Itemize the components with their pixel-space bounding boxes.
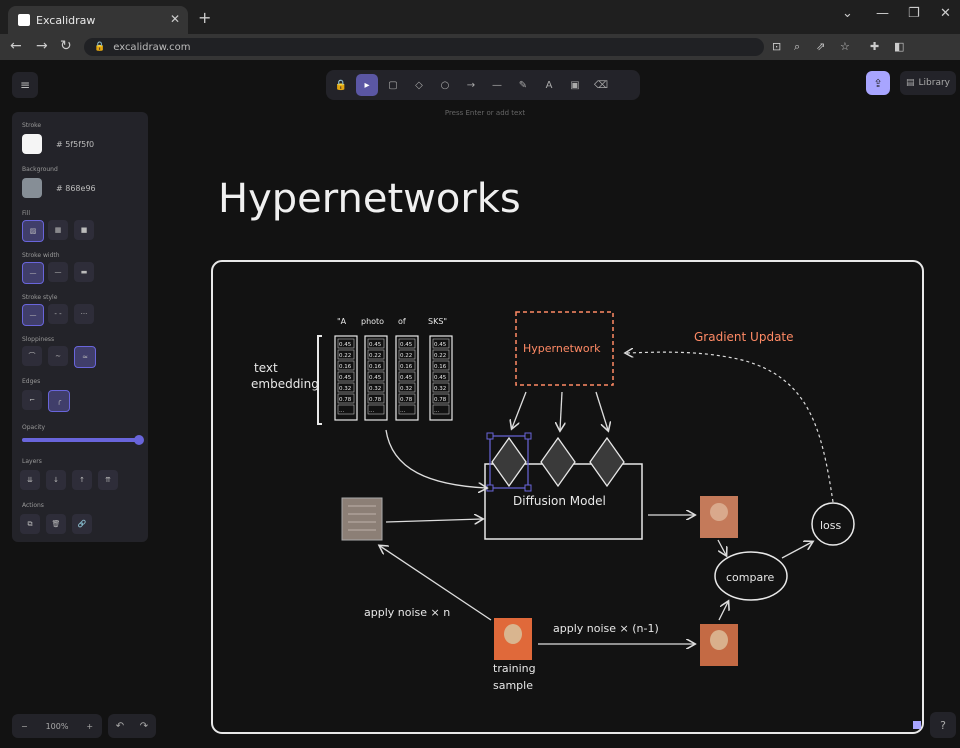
embedding-value: 0.45 xyxy=(369,342,382,348)
hyper-arrow-2[interactable] xyxy=(560,391,562,430)
embedding-value: 0.16 xyxy=(339,364,352,370)
prompt-words: "A photo of SKS" xyxy=(337,317,447,326)
noisy-image-thumbnail[interactable] xyxy=(341,497,383,541)
history-controls: ↶ ↷ xyxy=(108,714,156,738)
frame-resize-handle[interactable] xyxy=(913,721,921,729)
prompt-word[interactable]: "A xyxy=(337,317,347,326)
text-embedding-label-1[interactable]: text xyxy=(254,361,278,375)
gradient-arrow[interactable] xyxy=(626,352,834,503)
embedding-value: ... xyxy=(400,408,405,414)
redo-button[interactable]: ↷ xyxy=(140,721,148,732)
prompt-word[interactable]: of xyxy=(398,317,406,326)
embedding-value: ... xyxy=(339,408,344,414)
embedding-value: 0.78 xyxy=(434,397,447,403)
text-embedding-label-2[interactable]: embedding xyxy=(251,377,319,391)
compare-to-loss-arrow[interactable] xyxy=(781,542,812,559)
help-button[interactable]: ? xyxy=(930,712,956,738)
undo-button[interactable]: ↶ xyxy=(116,721,124,732)
gradient-update-label[interactable]: Gradient Update xyxy=(694,330,794,344)
embedding-value: 0.45 xyxy=(434,342,447,348)
diamond-layer-2[interactable] xyxy=(540,436,576,488)
zoom-level[interactable]: 100% xyxy=(46,722,69,731)
embedding-value: 0.45 xyxy=(369,375,382,381)
embedding-value: 0.45 xyxy=(339,375,352,381)
hyper-arrow-1[interactable] xyxy=(512,391,527,428)
diamond-layer-3[interactable] xyxy=(589,436,625,488)
zoom-in-button[interactable]: + xyxy=(86,722,93,731)
hyper-arrow-3[interactable] xyxy=(595,391,608,430)
help-icon: ? xyxy=(940,718,946,732)
selection-handle[interactable] xyxy=(486,432,494,440)
prompt-word[interactable]: SKS" xyxy=(428,317,447,326)
embedding-value: 0.22 xyxy=(369,353,381,359)
apply-noise-n1-label[interactable]: apply noise × (n-1) xyxy=(553,622,659,635)
loss-label[interactable]: loss xyxy=(820,519,842,532)
drawing-layer: Hypernetworks "A photo of SKS" text embeddi… xyxy=(211,176,924,734)
zoom-controls: − 100% + xyxy=(12,714,102,738)
diamond-layer-1[interactable] xyxy=(491,436,527,488)
compare-label[interactable]: compare xyxy=(726,571,774,584)
apply-noise-label[interactable]: apply noise × n xyxy=(364,606,450,619)
embedding-value: 0.78 xyxy=(339,397,352,403)
predicted-to-compare-arrow[interactable] xyxy=(717,539,726,555)
selection-handle[interactable] xyxy=(524,432,532,440)
embedding-value: 0.32 xyxy=(400,386,412,392)
embedding-columns: 0.45 0.22 0.16 0.45 0.32 0.78... 0.45 0.22 0.16 0… xyxy=(334,335,453,421)
embedding-value: ... xyxy=(434,408,439,414)
embedding-value: 0.78 xyxy=(400,397,413,403)
embedding-value: 0.32 xyxy=(339,386,351,392)
embedding-value: 0.45 xyxy=(400,375,413,381)
zoom-out-button[interactable]: − xyxy=(21,722,28,731)
hypernetwork-label[interactable]: Hypernetwork xyxy=(523,342,601,355)
training-dog-face xyxy=(504,624,522,644)
training-label-1[interactable]: training xyxy=(493,662,536,675)
diffusion-model-label[interactable]: Diffusion Model xyxy=(513,494,606,508)
selection-handle[interactable] xyxy=(486,484,494,492)
embedding-value: 0.16 xyxy=(434,364,447,370)
embedding-value: 0.16 xyxy=(369,364,382,370)
target-dog-face xyxy=(710,630,728,650)
embedding-value: 0.32 xyxy=(434,386,446,392)
embedding-value: ... xyxy=(369,408,374,414)
target-to-compare-arrow[interactable] xyxy=(718,602,728,621)
embedding-value: 0.22 xyxy=(434,353,446,359)
predicted-dog-face xyxy=(710,503,728,521)
embedding-value: 0.78 xyxy=(369,397,382,403)
embedding-value: 0.45 xyxy=(339,342,352,348)
selection-handle[interactable] xyxy=(524,484,532,492)
embedding-arrow[interactable] xyxy=(385,429,486,488)
drawing-title[interactable]: Hypernetworks xyxy=(218,176,521,222)
embedding-value: 0.45 xyxy=(434,375,447,381)
embedding-value: 0.22 xyxy=(400,353,412,359)
embedding-value: 0.32 xyxy=(369,386,381,392)
embedding-value: 0.16 xyxy=(400,364,413,370)
embedding-value: 0.22 xyxy=(339,353,351,359)
embedding-value: 0.45 xyxy=(400,342,413,348)
noisy-to-model-arrow[interactable] xyxy=(385,519,482,522)
prompt-word[interactable]: photo xyxy=(361,317,384,326)
training-label-2[interactable]: sample xyxy=(493,679,533,692)
